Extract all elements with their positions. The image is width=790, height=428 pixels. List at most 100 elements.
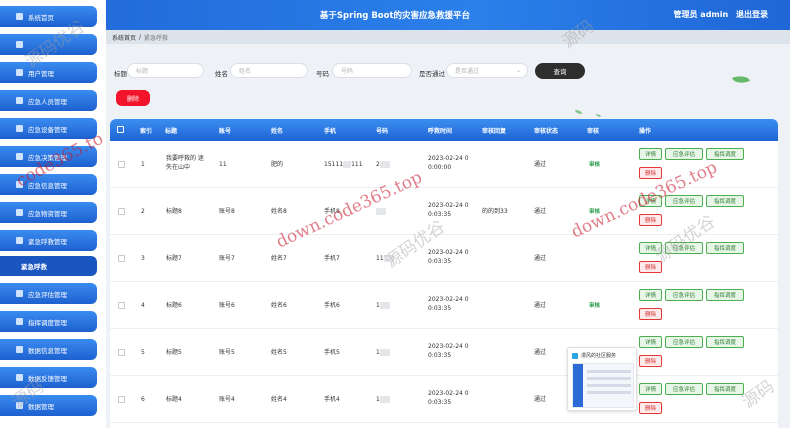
row-delete-button[interactable]: 删除 [639, 402, 662, 414]
row-delete-button[interactable]: 删除 [639, 355, 662, 367]
col-reply: 审核回复 [482, 128, 507, 135]
col-status: 审核状态 [534, 128, 559, 135]
logout-link[interactable]: 退出登录 [736, 10, 768, 19]
sidebar-item-label: 数据信息管理 [28, 346, 67, 355]
table-row: 1 我要呼救的 迷失在山中 11 肥的 15111 111 2 2023-02-2… [110, 141, 778, 188]
cell-number: 2 [376, 160, 390, 169]
approved-select[interactable]: 是否通过 ⌄ [446, 63, 528, 78]
row-delete-button[interactable]: 删除 [639, 214, 662, 226]
row-checkbox[interactable] [118, 161, 125, 168]
row-checkbox[interactable] [118, 208, 125, 215]
preview-line [587, 384, 631, 387]
sidebar-subitem-emergency-call[interactable]: 紧急呼救 [0, 256, 97, 276]
sidebar-item-personnel[interactable]: 应急人员管理 [0, 90, 97, 111]
cell-number: 11 [376, 254, 394, 263]
detail-button[interactable]: 详情 [639, 383, 662, 395]
sidebar-item-label: 用户管理 [28, 69, 54, 78]
cell-status: 通过 [534, 302, 547, 309]
assess-button[interactable]: 应急评估 [665, 336, 703, 348]
grid-icon [16, 374, 23, 381]
row-delete-button[interactable]: 删除 [639, 261, 662, 273]
detail-button[interactable]: 详情 [639, 242, 662, 254]
cell-name: 姓名4 [271, 396, 287, 403]
cell-time-line: 0:03:35 [428, 258, 452, 265]
thumbnail-preview [572, 363, 634, 408]
col-name: 姓名 [271, 128, 284, 135]
cell-call-time: 2023-02-24 0 0:03:35 [428, 201, 469, 219]
cell-title-line: 我要呼救的 迷 [166, 155, 204, 162]
cell-name: 肥的 [271, 161, 284, 168]
cell-time-line: 0:00:00 [428, 164, 452, 171]
audit-link[interactable]: 审核 [589, 301, 600, 309]
row-checkbox[interactable] [118, 302, 125, 309]
sidebar-item-decision[interactable]: 应急决策管理 [0, 146, 97, 167]
cell-phone: 手机4 [324, 396, 340, 403]
query-button[interactable]: 查询 [535, 63, 585, 79]
col-account: 账号 [219, 128, 232, 135]
detail-button[interactable]: 详情 [639, 195, 662, 207]
col-actions: 操作 [639, 128, 652, 135]
sidebar-item-data[interactable]: 数据管理 [0, 395, 97, 416]
sidebar-item-label: 指挥调度管理 [28, 318, 67, 327]
sidebar: 系统首页 用户管理 应急人员管理 应急设备管理 应急决策管理 应急信息管理 应急… [0, 0, 106, 428]
row-checkbox[interactable] [118, 349, 125, 356]
cell-name: 姓名5 [271, 349, 287, 356]
row-checkbox[interactable] [118, 255, 125, 262]
shield-icon [16, 181, 23, 188]
dispatch-button[interactable]: 指挥调度 [706, 195, 744, 207]
sidebar-item-supplies[interactable]: 应急物资管理 [0, 202, 97, 223]
sidebar-item-equipment[interactable]: 应急设备管理 [0, 118, 97, 139]
select-all-checkbox[interactable] [117, 126, 124, 133]
sidebar-item-data-info[interactable]: 数据信息管理 [0, 339, 97, 360]
sidebar-item-label: 数据管理 [28, 402, 54, 411]
sidebar-item-feedback[interactable]: 数据反馈管理 [0, 367, 97, 388]
breadcrumb-home[interactable]: 系统首页 [112, 33, 136, 42]
row-delete-button[interactable]: 删除 [639, 167, 662, 179]
assess-button[interactable]: 应急评估 [665, 289, 703, 301]
assess-button[interactable]: 应急评估 [665, 148, 703, 160]
cell-time-line: 2023-02-24 0 [428, 202, 469, 209]
audit-link[interactable]: 审核 [589, 160, 600, 168]
floating-thumbnail[interactable]: 漫风的社区服务 [567, 347, 637, 411]
user-area: 管理员 admin 退出登录 [674, 9, 768, 20]
sidebar-item-personal[interactable] [0, 34, 97, 55]
detail-button[interactable]: 详情 [639, 289, 662, 301]
detail-button[interactable]: 详情 [639, 336, 662, 348]
cell-call-time: 2023-02-24 0 0:03:35 [428, 342, 469, 360]
cell-account: 账号7 [219, 255, 235, 262]
dispatch-button[interactable]: 指挥调度 [706, 336, 744, 348]
cell-call-time: 2023-02-24 0 0:03:35 [428, 295, 469, 313]
dispatch-button[interactable]: 指挥调度 [706, 289, 744, 301]
sidebar-item-info[interactable]: 应急信息管理 [0, 174, 97, 195]
cell-reply: 的的到33 [482, 208, 508, 215]
bulk-delete-button[interactable]: 删除 [116, 90, 150, 106]
grid-icon [16, 402, 23, 409]
dispatch-button[interactable]: 指挥调度 [706, 242, 744, 254]
cell-status: 通过 [534, 208, 547, 215]
assess-button[interactable]: 应急评估 [665, 383, 703, 395]
row-delete-button[interactable]: 删除 [639, 308, 662, 320]
detail-button[interactable]: 详情 [639, 148, 662, 160]
cell-phone: 手机7 [324, 255, 340, 262]
redaction-blur [379, 302, 390, 309]
dispatch-button[interactable]: 指挥调度 [706, 148, 744, 160]
sidebar-item-home[interactable]: 系统首页 [0, 6, 97, 27]
name-input[interactable]: 姓名 [230, 63, 308, 78]
cell-account: 账号5 [219, 349, 235, 356]
assess-button[interactable]: 应急评估 [665, 242, 703, 254]
sidebar-item-label: 应急物资管理 [28, 209, 67, 218]
cell-time-line: 0:03:35 [428, 352, 452, 359]
sidebar-item-users[interactable]: 用户管理 [0, 62, 97, 83]
audit-link[interactable]: 审核 [589, 207, 600, 215]
assess-button[interactable]: 应急评估 [665, 195, 703, 207]
dispatch-button[interactable]: 指挥调度 [706, 383, 744, 395]
cell-phone: 手机5 [324, 349, 340, 356]
title-input[interactable]: 标题 [127, 63, 204, 78]
sidebar-item-assessment[interactable]: 应急评估管理 [0, 283, 97, 304]
cell-time-line: 0:03:35 [428, 211, 452, 218]
sidebar-item-emergency-call[interactable]: 紧急呼救管理 [0, 230, 97, 251]
number-input[interactable]: 号码 [332, 63, 412, 78]
row-checkbox[interactable] [118, 396, 125, 403]
leaf-decoration [575, 110, 582, 114]
sidebar-item-dispatch[interactable]: 指挥调度管理 [0, 311, 97, 332]
